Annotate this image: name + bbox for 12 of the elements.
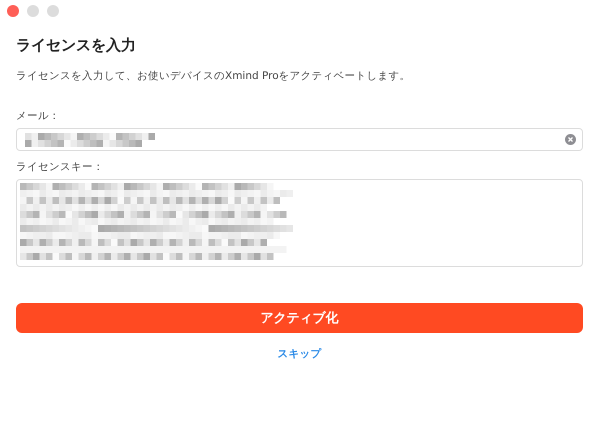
activate-button[interactable]: アクティブ化 (16, 303, 583, 333)
window-button[interactable] (47, 5, 59, 17)
dialog-title: ライセンスを入力 (16, 36, 137, 55)
description-text: ライセンスを入力して、お使いデバイスのXmind Proをアクティベートします。 (16, 69, 412, 83)
field-label: ライセンスキー： (16, 160, 105, 174)
clear-icon[interactable] (565, 134, 576, 145)
license-key-field[interactable] (16, 179, 583, 267)
close-button[interactable] (7, 5, 19, 17)
email-field[interactable] (16, 128, 583, 151)
window-button[interactable] (27, 5, 39, 17)
skip-link[interactable]: スキップ (278, 347, 322, 361)
field-label: メール： (16, 109, 61, 123)
